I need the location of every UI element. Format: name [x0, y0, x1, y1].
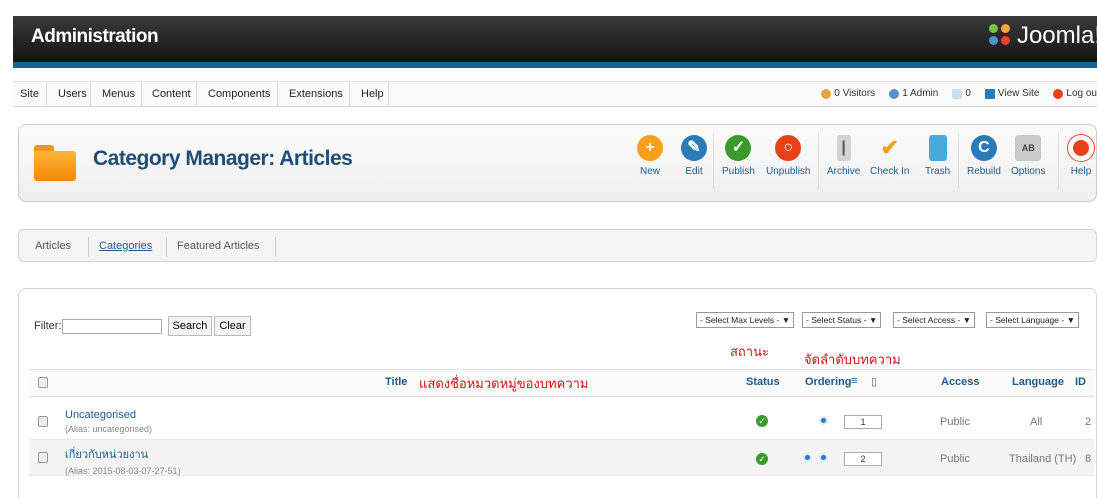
sort-icon[interactable]: ≡ — [851, 375, 857, 387]
admin-icon — [889, 88, 900, 99]
title-annotation: แสดงชื่อหมวดหมู่ของบทความ — [419, 376, 589, 391]
tab-categories[interactable]: Categories — [99, 240, 152, 252]
messages-status[interactable]: 0 — [952, 88, 971, 99]
new-button[interactable]: + New — [637, 135, 663, 177]
visitors-icon — [821, 88, 832, 99]
language-value: All — [1030, 416, 1043, 428]
select-all-checkbox[interactable] — [38, 377, 48, 388]
menu-users[interactable]: Users — [58, 88, 87, 100]
header-bar: Administration Joomla! — [13, 16, 1097, 68]
menu-site[interactable]: Site — [20, 88, 39, 100]
archive-button[interactable]: | Archive — [827, 135, 860, 177]
access-column-header[interactable]: Access — [941, 376, 980, 388]
logout-link[interactable]: Log ou — [1053, 88, 1097, 99]
access-value: Public — [940, 416, 970, 428]
filter-bar: Filter: Search Clear — [34, 316, 253, 336]
checkin-icon: ✔ — [880, 135, 899, 160]
main-menu: Site Users Menus Content Components Exte… — [13, 81, 1097, 107]
id-value: 8 — [1085, 453, 1092, 465]
status-column-header[interactable]: Status — [746, 376, 780, 388]
filter-label: Filter: — [34, 320, 62, 332]
view-site-link[interactable]: View Site — [984, 88, 1039, 99]
filter-input[interactable] — [61, 318, 162, 334]
pencil-icon: ✎ — [681, 135, 707, 161]
subnav-tabs: Articles Categories Featured Articles — [18, 229, 1097, 262]
search-button[interactable]: Search — [167, 316, 213, 336]
status-bar: 0 Visitors 1 Admin 0 View Site Log ou — [821, 88, 1097, 99]
unpublish-button[interactable]: ○ Unpublish — [766, 135, 810, 177]
options-button[interactable]: AB Options — [1011, 135, 1045, 177]
message-icon — [952, 88, 963, 99]
check-icon: ✓ — [725, 135, 752, 161]
ordering-column-header[interactable]: Ordering — [805, 376, 851, 388]
ordering-annotation: จัดลำดับบทความ — [804, 352, 901, 367]
move-down-icon[interactable] — [819, 416, 828, 425]
menu-content[interactable]: Content — [152, 88, 191, 100]
move-up-icon[interactable] — [803, 453, 812, 462]
published-check-icon[interactable]: ✓ — [756, 453, 768, 465]
rebuild-icon: C — [970, 135, 997, 161]
joomla-logo-icon — [988, 24, 1013, 48]
language-value: Thailand (TH) — [1009, 453, 1077, 465]
visitors-status[interactable]: 0 Visitors — [821, 88, 875, 99]
admins-status[interactable]: 1 Admin — [889, 88, 938, 99]
row-checkbox[interactable] — [38, 452, 48, 463]
rebuild-button[interactable]: C Rebuild — [967, 135, 1001, 177]
category-alias: (Alias: uncategorised) — [65, 424, 153, 434]
stop-icon: ○ — [775, 135, 802, 161]
options-icon: AB — [1015, 135, 1042, 161]
logout-icon — [1053, 88, 1064, 99]
folder-icon — [34, 141, 76, 183]
trash-button[interactable]: Trash — [925, 135, 950, 177]
order-input[interactable]: 2 — [844, 452, 882, 466]
trash-icon — [928, 135, 947, 161]
menu-extensions[interactable]: Extensions — [289, 88, 343, 100]
access-select[interactable]: - Select Access - ▼ — [893, 312, 976, 328]
move-down-icon[interactable] — [819, 453, 828, 462]
archive-icon: | — [836, 135, 851, 161]
id-value: 2 — [1085, 416, 1092, 428]
status-select[interactable]: - Select Status - ▼ — [802, 312, 882, 328]
edit-button[interactable]: ✎ Edit — [681, 135, 707, 177]
menu-help[interactable]: Help — [361, 88, 384, 100]
menu-menus[interactable]: Menus — [102, 88, 135, 100]
menu-components[interactable]: Components — [208, 88, 270, 100]
clear-button[interactable]: Clear — [214, 316, 251, 336]
publish-button[interactable]: ✓ Publish — [722, 135, 755, 177]
title-column-header[interactable]: Title — [385, 376, 407, 388]
help-button[interactable]: Help — [1068, 135, 1094, 177]
id-column-header[interactable]: ID — [1075, 376, 1086, 388]
category-list-panel: Filter: Search Clear - Select Max Levels… — [18, 288, 1097, 498]
help-icon — [1068, 135, 1094, 161]
logo-text: Joomla! — [1016, 22, 1097, 49]
page-title: Category Manager: Articles — [93, 147, 353, 170]
order-input[interactable]: 1 — [844, 415, 882, 429]
language-select[interactable]: - Select Language - ▼ — [986, 312, 1079, 328]
published-check-icon[interactable]: ✓ — [756, 415, 768, 427]
table-row: เกี่ยวกับหน่วยงาน (Alias: 2015-08-03-07-… — [29, 440, 1094, 476]
monitor-icon — [984, 88, 995, 99]
max-levels-select[interactable]: - Select Max Levels - ▼ — [696, 312, 795, 328]
toolbar-box: Category Manager: Articles + New ✎ Edit … — [18, 124, 1097, 202]
checkin-button[interactable]: ✔ Check In — [870, 135, 909, 177]
tab-featured-articles[interactable]: Featured Articles — [177, 240, 260, 252]
access-value: Public — [940, 453, 970, 465]
status-annotation: สถานะ — [730, 344, 769, 359]
header-title: Administration — [31, 26, 159, 47]
language-column-header[interactable]: Language — [1012, 376, 1064, 388]
save-order-icon[interactable]: ▯ — [871, 375, 877, 388]
tab-articles[interactable]: Articles — [35, 240, 71, 252]
category-title-link[interactable]: เกี่ยวกับหน่วยงาน — [65, 445, 181, 463]
table-row: Uncategorised (Alias: uncategorised) ✓ 1… — [29, 404, 1094, 440]
row-checkbox[interactable] — [38, 416, 48, 427]
category-title-link[interactable]: Uncategorised — [65, 409, 152, 421]
plus-icon: + — [637, 135, 663, 161]
category-alias: (Alias: 2015-08-03-07-27-51) — [65, 466, 181, 476]
joomla-logo[interactable]: Joomla! — [988, 22, 1097, 50]
